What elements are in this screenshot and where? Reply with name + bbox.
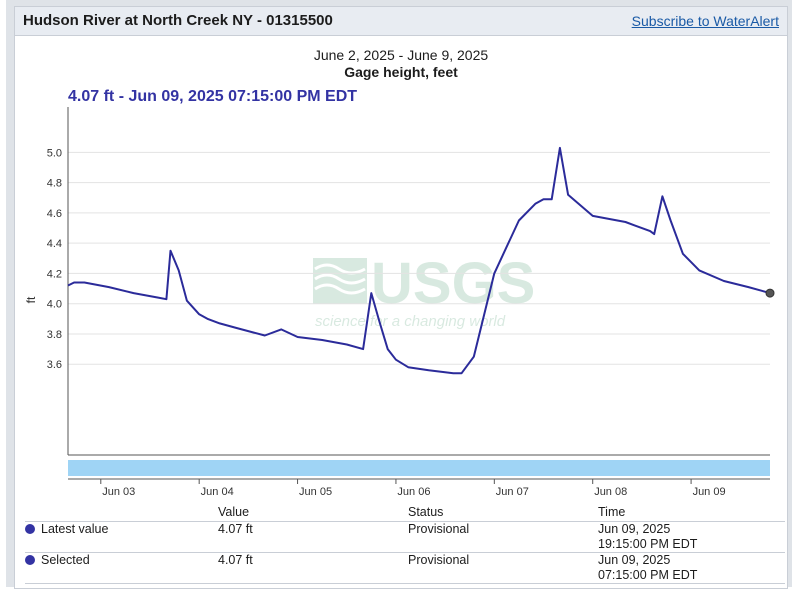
hydrograph-card: Hudson River at North Creek NY - 0131550… xyxy=(14,6,788,589)
y-tick-label: 4.0 xyxy=(47,299,62,311)
header-value: Value xyxy=(218,505,250,519)
table-row-latest: Latest value 4.07 ft Provisional Jun 09,… xyxy=(25,522,785,553)
series-dot-icon xyxy=(25,524,35,534)
y-tick-label: 3.6 xyxy=(47,359,62,371)
usgs-tagline: science for a changing world xyxy=(315,313,506,330)
table-row-selected: Selected 4.07 ft Provisional Jun 09, 202… xyxy=(25,553,785,584)
x-axis-ticks: Jun 03 Jun 04 Jun 05 Jun 06 Jun 07 Jun 08 Jun … xyxy=(100,479,726,497)
x-tick-label: Jun 09 xyxy=(693,486,726,497)
row-label-text: Selected xyxy=(41,553,90,567)
row-time: Jun 09, 2025 07:15:00 PM EDT xyxy=(598,553,697,583)
row-label-text: Latest value xyxy=(41,522,109,536)
usgs-watermark: USGS science for a changing world xyxy=(313,251,535,330)
selected-point-marker xyxy=(765,288,775,298)
row-date: Jun 09, 2025 xyxy=(598,553,671,567)
y-axis-ticks: 3.6 3.8 4.0 4.2 4.4 4.6 4.8 5.0 xyxy=(47,147,62,371)
x-tick-label: Jun 08 xyxy=(594,486,627,497)
row-clock: 07:15:00 PM EDT xyxy=(598,568,698,582)
data-table: Value Status Time Latest value 4.07 ft P… xyxy=(25,505,785,584)
y-tick-label: 5.0 xyxy=(47,147,62,159)
header-time: Time xyxy=(598,505,626,519)
row-label: Latest value xyxy=(25,522,108,537)
x-tick-label: Jun 07 xyxy=(496,486,529,497)
usgs-logo-text: USGS xyxy=(371,251,535,316)
row-time: Jun 09, 2025 19:15:00 PM EDT xyxy=(598,522,697,552)
y-tick-label: 4.4 xyxy=(47,238,62,250)
y-tick-label: 4.2 xyxy=(47,268,62,280)
row-value: 4.07 ft xyxy=(218,553,253,567)
hydrograph-chart[interactable]: USGS science for a changing world 3.6 3.8… xyxy=(15,7,787,497)
row-date: Jun 09, 2025 xyxy=(598,522,671,536)
row-status: Provisional xyxy=(408,522,470,536)
x-tick-label: Jun 05 xyxy=(299,486,332,497)
row-value: 4.07 ft xyxy=(218,522,253,536)
page-frame: Hudson River at North Creek NY - 0131550… xyxy=(6,0,792,589)
x-tick-label: Jun 04 xyxy=(201,486,234,497)
header-status: Status xyxy=(408,505,444,519)
table-header-row: Value Status Time xyxy=(25,505,785,522)
series-dot-icon xyxy=(25,555,35,565)
row-label: Selected xyxy=(25,553,90,568)
y-axis-label: ft xyxy=(24,296,38,303)
x-tick-label: Jun 06 xyxy=(397,486,430,497)
row-status: Provisional xyxy=(408,553,470,567)
range-navigator-bar[interactable] xyxy=(68,460,770,476)
y-tick-label: 3.8 xyxy=(47,329,62,341)
x-tick-label: Jun 03 xyxy=(102,486,135,497)
y-tick-label: 4.6 xyxy=(47,208,62,220)
y-tick-label: 4.8 xyxy=(47,178,62,190)
row-clock: 19:15:00 PM EDT xyxy=(598,537,698,551)
